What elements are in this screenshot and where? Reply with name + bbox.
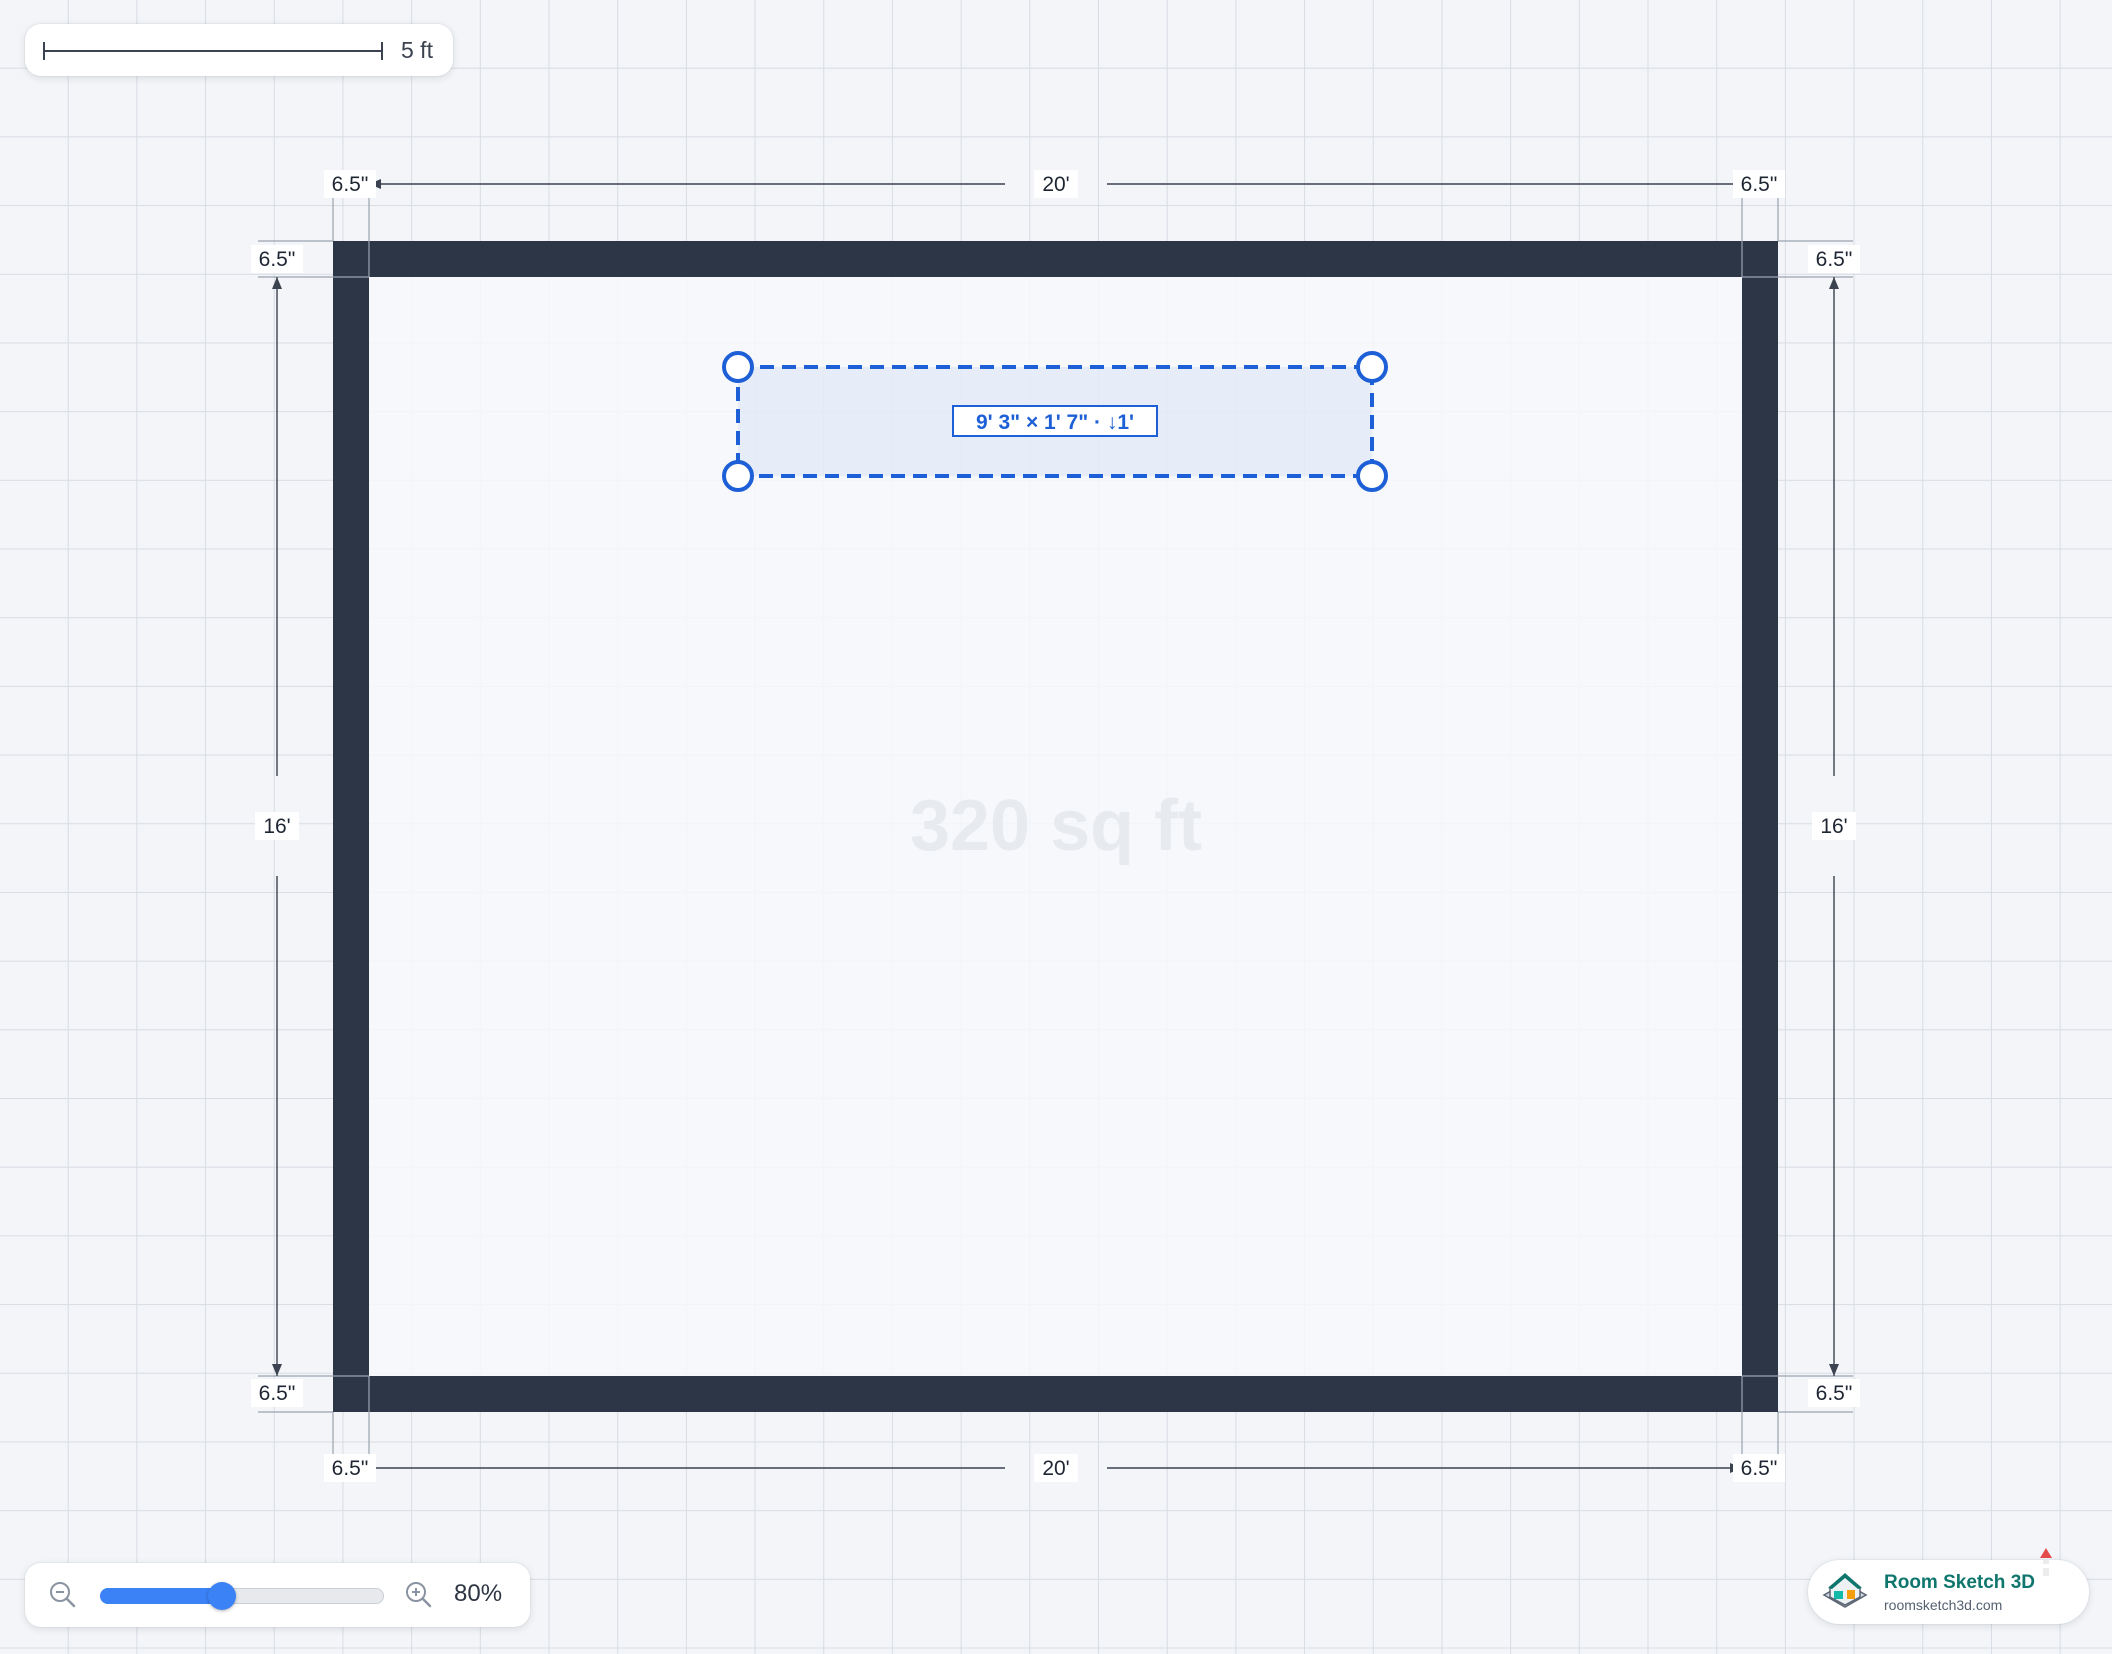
zoom-in-icon[interactable] <box>403 1579 435 1611</box>
zoom-controls: 80% <box>25 1563 530 1627</box>
floor-plan-canvas[interactable]: 320 sq ft 6.5" 20' 6.5" 6.5" 20' 6.5" 6.… <box>0 0 2112 1654</box>
zoom-slider[interactable] <box>100 1582 384 1610</box>
notification-icon[interactable] <box>2034 1546 2058 1606</box>
scale-bar-card: 5 ft <box>25 24 453 76</box>
dim-left-bottom-wall: 6.5" <box>259 1382 296 1405</box>
zoom-out-icon[interactable] <box>47 1579 79 1611</box>
brand-name: Room Sketch 3D <box>1884 1572 2035 1593</box>
room-area-label: 320 sq ft <box>910 786 1202 866</box>
scale-bar <box>43 42 383 60</box>
selection-dimensions-label: 9' 3" × 1' 7" · ↓1' <box>976 411 1134 434</box>
resize-handle-bottom-left[interactable] <box>722 460 754 492</box>
resize-handle-top-right[interactable] <box>1356 351 1388 383</box>
zoom-slider-thumb[interactable] <box>208 1582 237 1610</box>
selected-element[interactable]: 9' 3" × 1' 7" · ↓1' <box>722 351 1388 492</box>
dim-right-top-wall: 6.5" <box>1816 248 1853 271</box>
dim-bottom-width: 20' <box>1042 1457 1069 1480</box>
zoom-level-label: 80% <box>454 1580 503 1607</box>
dim-top-left-wall: 6.5" <box>332 173 369 196</box>
dim-top-width: 20' <box>1042 173 1069 196</box>
brand-url: roomsketch3d.com <box>1884 1597 2003 1613</box>
dim-bottom-right-wall: 6.5" <box>1741 1457 1778 1480</box>
zoom-slider-fill <box>100 1588 223 1604</box>
dim-left-height: 16' <box>263 815 290 838</box>
resize-handle-bottom-right[interactable] <box>1356 460 1388 492</box>
dim-right-bottom-wall: 6.5" <box>1816 1382 1853 1405</box>
dim-top-right-wall: 6.5" <box>1741 173 1778 196</box>
resize-handle-top-left[interactable] <box>722 351 754 383</box>
scale-bar-label: 5 ft <box>401 37 433 63</box>
dim-bottom-left-wall: 6.5" <box>332 1457 369 1480</box>
dim-right-height: 16' <box>1820 815 1847 838</box>
dim-left-top-wall: 6.5" <box>259 248 296 271</box>
house-icon <box>1820 1569 1870 1615</box>
